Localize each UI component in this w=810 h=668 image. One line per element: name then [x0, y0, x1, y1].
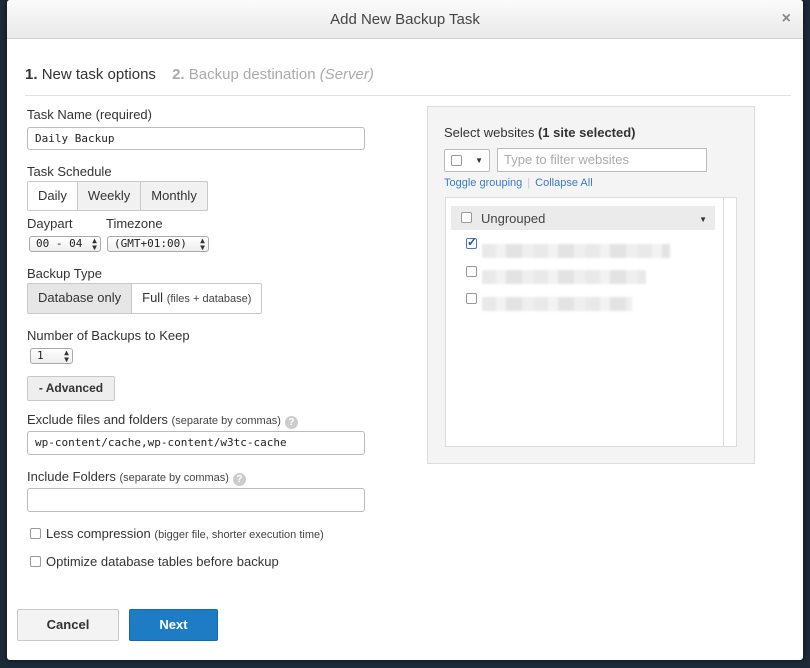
- select-all-checkbox[interactable]: [451, 155, 462, 166]
- backup-type-full-button[interactable]: Full (files + database): [132, 284, 262, 313]
- website-filter-input[interactable]: Type to filter websites: [497, 148, 707, 172]
- backups-to-keep-value: 1: [37, 349, 44, 362]
- step-1-number: 1.: [25, 66, 38, 83]
- toggle-grouping-link[interactable]: Toggle grouping: [444, 177, 522, 189]
- step-2-label: Backup destination: [188, 66, 316, 83]
- task-name-input[interactable]: Daily Backup: [27, 127, 365, 150]
- backup-type-segmented-control: Database only Full (files + database): [27, 283, 263, 314]
- next-button[interactable]: Next: [129, 609, 218, 641]
- advanced-toggle-button[interactable]: - Advanced: [27, 376, 115, 401]
- site-name-redacted: [482, 244, 670, 258]
- select-websites-title-text: Select websites: [444, 125, 535, 140]
- dialog-title: Add New Backup Task: [330, 11, 480, 28]
- less-compression-checkbox[interactable]: [30, 528, 41, 539]
- daypart-select[interactable]: 00 - 04 ▲ ▼: [29, 236, 101, 252]
- group-name: Ungrouped: [481, 211, 546, 226]
- step-2[interactable]: 2. Backup destination (Server): [172, 66, 374, 83]
- step-2-number: 2.: [172, 66, 185, 83]
- step-1: 1. New task options: [25, 66, 156, 83]
- cancel-button[interactable]: Cancel: [17, 609, 119, 641]
- include-label: Include Folders (separate by commas)?: [27, 469, 246, 486]
- bulk-select-dropdown[interactable]: ▼: [444, 149, 490, 172]
- site-name-redacted: [482, 297, 632, 311]
- help-icon[interactable]: ?: [232, 473, 246, 486]
- group-header[interactable]: Ungrouped ▼: [451, 206, 715, 230]
- step-2-hint: (Server): [319, 66, 374, 83]
- schedule-monthly-button[interactable]: Monthly: [141, 182, 207, 210]
- group-checkbox[interactable]: [461, 212, 472, 223]
- backup-type-label: Backup Type: [27, 266, 102, 281]
- include-input[interactable]: [27, 488, 365, 512]
- backups-to-keep-label: Number of Backups to Keep: [27, 328, 190, 343]
- less-compression-label[interactable]: Less compression (bigger file, shorter e…: [46, 526, 324, 541]
- select-websites-title: Select websites (1 site selected): [444, 125, 636, 140]
- collapse-all-link[interactable]: Collapse All: [535, 177, 592, 189]
- caret-down-icon[interactable]: ▼: [699, 215, 707, 224]
- backup-type-database-button[interactable]: Database only: [28, 284, 133, 313]
- schedule-weekly-button[interactable]: Weekly: [78, 182, 142, 210]
- wizard-steps: 1. New task options 2. Backup destinatio…: [25, 66, 374, 83]
- caret-down-icon: ▼: [475, 156, 483, 165]
- include-hint: (separate by commas): [119, 472, 229, 484]
- stepper-icon: ▲ ▼: [200, 236, 205, 252]
- close-icon[interactable]: ×: [782, 10, 791, 28]
- less-compression-text: Less compression: [46, 526, 151, 541]
- stepper-icon: ▲ ▼: [64, 348, 69, 364]
- task-schedule-label: Task Schedule: [27, 164, 112, 179]
- website-list: Ungrouped ▼: [445, 197, 737, 447]
- exclude-label-text: Exclude files and folders: [27, 412, 168, 427]
- timezone-value: (GMT+01:00): [114, 237, 187, 250]
- dialog-titlebar: Add New Backup Task ×: [7, 0, 803, 39]
- stepper-icon: ▲ ▼: [92, 236, 97, 252]
- optimize-tables-label[interactable]: Optimize database tables before backup: [46, 554, 279, 569]
- daypart-label: Daypart: [27, 216, 73, 231]
- exclude-hint: (separate by commas): [171, 415, 281, 427]
- step-1-label: New task options: [41, 66, 156, 83]
- timezone-select[interactable]: (GMT+01:00) ▲ ▼: [107, 236, 209, 252]
- site-name-redacted: [482, 270, 646, 284]
- include-label-text: Include Folders: [27, 469, 116, 484]
- schedule-daily-button[interactable]: Daily: [28, 182, 78, 210]
- backup-task-dialog: Add New Backup Task × 1. New task option…: [7, 0, 803, 660]
- select-websites-panel: Select websites (1 site selected) ▼ Type…: [427, 106, 755, 464]
- list-scrollbar[interactable]: [723, 198, 724, 446]
- daypart-value: 00 - 04: [36, 237, 83, 250]
- backup-type-full-hint: (files + database): [166, 293, 252, 305]
- help-icon[interactable]: ?: [284, 416, 298, 429]
- list-actions: Toggle grouping | Collapse All: [444, 177, 593, 189]
- link-separator: |: [527, 177, 531, 189]
- selected-count: (1 site selected): [537, 125, 636, 140]
- schedule-segmented-control: Daily Weekly Monthly: [27, 181, 208, 211]
- site-checkbox[interactable]: [466, 235, 477, 249]
- steps-divider: [25, 95, 791, 96]
- site-checkbox[interactable]: [466, 266, 477, 277]
- timezone-label: Timezone: [106, 216, 163, 231]
- exclude-label: Exclude files and folders (separate by c…: [27, 412, 298, 429]
- less-compression-hint: (bigger file, shorter execution time): [154, 529, 324, 541]
- exclude-input[interactable]: wp-content/cache,wp-content/w3tc-cache: [27, 431, 365, 455]
- backups-to-keep-select[interactable]: 1 ▲ ▼: [30, 348, 73, 364]
- backup-type-full-label: Full: [142, 290, 164, 305]
- site-checkbox[interactable]: [466, 293, 477, 304]
- optimize-tables-checkbox[interactable]: [30, 556, 41, 567]
- task-name-label: Task Name (required): [27, 107, 152, 122]
